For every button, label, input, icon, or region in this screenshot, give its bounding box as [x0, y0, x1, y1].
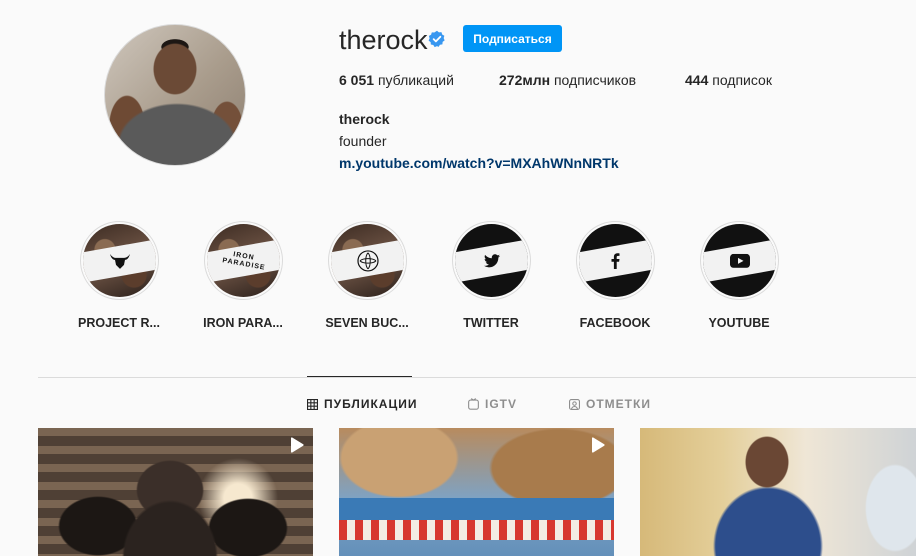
twitter-icon: [483, 254, 499, 268]
tab-posts[interactable]: ПУБЛИКАЦИИ: [307, 397, 417, 411]
active-tab-indicator: [307, 376, 412, 377]
tab-igtv[interactable]: IGTV: [468, 397, 517, 411]
play-icon: [591, 437, 605, 453]
highlight-ring: [451, 221, 531, 300]
profile-bio: founder: [339, 133, 387, 149]
bull-icon: [109, 254, 129, 269]
highlight-label: PROJECT R...: [78, 316, 160, 330]
highlight-label: TWITTER: [463, 316, 519, 330]
posts-count-stat: 6 051 публикаций: [339, 72, 454, 88]
profile-username: therock: [339, 25, 428, 55]
highlight-ring: IRON PARADISE: [203, 221, 283, 300]
tab-tagged[interactable]: ОТМЕТКИ: [569, 397, 651, 411]
highlight-project-rock[interactable]: PROJECT R...: [57, 221, 181, 330]
tabs-divider: [38, 377, 916, 378]
play-icon: [290, 437, 304, 453]
highlight-cover: IRON PARADISE: [206, 224, 280, 297]
highlight-iron-paradise[interactable]: IRON PARADISE IRON PARA...: [181, 221, 305, 330]
highlight-ring: [79, 221, 159, 300]
highlight-label: IRON PARA...: [203, 316, 283, 330]
tagged-icon: [569, 398, 580, 410]
posts-count: 6 051: [339, 72, 375, 88]
grid-icon: [307, 398, 318, 410]
followers-label: подписчиков: [553, 72, 637, 88]
profile-full-name: therock: [339, 111, 390, 127]
highlight-cover: [82, 224, 156, 297]
following-label: подписок: [712, 72, 772, 88]
highlight-ring: [327, 221, 407, 300]
following-count-stat[interactable]: 444 подписок: [685, 72, 772, 88]
highlight-label: YOUTUBE: [708, 316, 770, 330]
highlight-label: FACEBOOK: [579, 316, 651, 330]
highlight-youtube[interactable]: YOUTUBE: [677, 221, 801, 330]
highlight-label: SEVEN BUC...: [325, 316, 409, 330]
highlight-cover: [454, 224, 528, 297]
facebook-icon: [611, 253, 619, 269]
youtube-icon: [729, 254, 749, 268]
highlight-seven-bucks[interactable]: SEVEN BUC...: [305, 221, 429, 330]
highlight-ring: [699, 221, 779, 300]
post-thumbnail[interactable]: [640, 428, 916, 556]
followers-count-stat[interactable]: 272млн подписчиков: [499, 72, 636, 88]
follow-button[interactable]: Подписаться: [463, 25, 562, 52]
post-thumbnail[interactable]: [38, 428, 313, 556]
seven-bucks-logo: [356, 250, 378, 272]
iron-paradise-logo: IRON PARADISE: [220, 251, 266, 272]
following-count: 444: [685, 72, 709, 88]
post-thumbnail[interactable]: [339, 428, 614, 556]
verified-badge-icon: [428, 30, 445, 48]
igtv-icon: [468, 398, 479, 410]
highlight-facebook[interactable]: FACEBOOK: [553, 221, 677, 330]
tab-label: IGTV: [485, 397, 518, 411]
highlight-ring: [575, 221, 655, 300]
highlight-cover: [578, 224, 652, 297]
tab-label: ОТМЕТКИ: [586, 397, 651, 411]
highlight-cover: [330, 224, 404, 297]
followers-count: 272млн: [499, 72, 551, 88]
profile-external-link[interactable]: m.youtube.com/watch?v=MXAhWNnNRTk: [339, 155, 619, 171]
tab-label: ПУБЛИКАЦИИ: [324, 397, 418, 411]
highlight-twitter[interactable]: TWITTER: [429, 221, 553, 330]
posts-label: публикаций: [377, 72, 454, 88]
profile-avatar[interactable]: [104, 24, 246, 166]
highlight-cover: [702, 224, 776, 297]
